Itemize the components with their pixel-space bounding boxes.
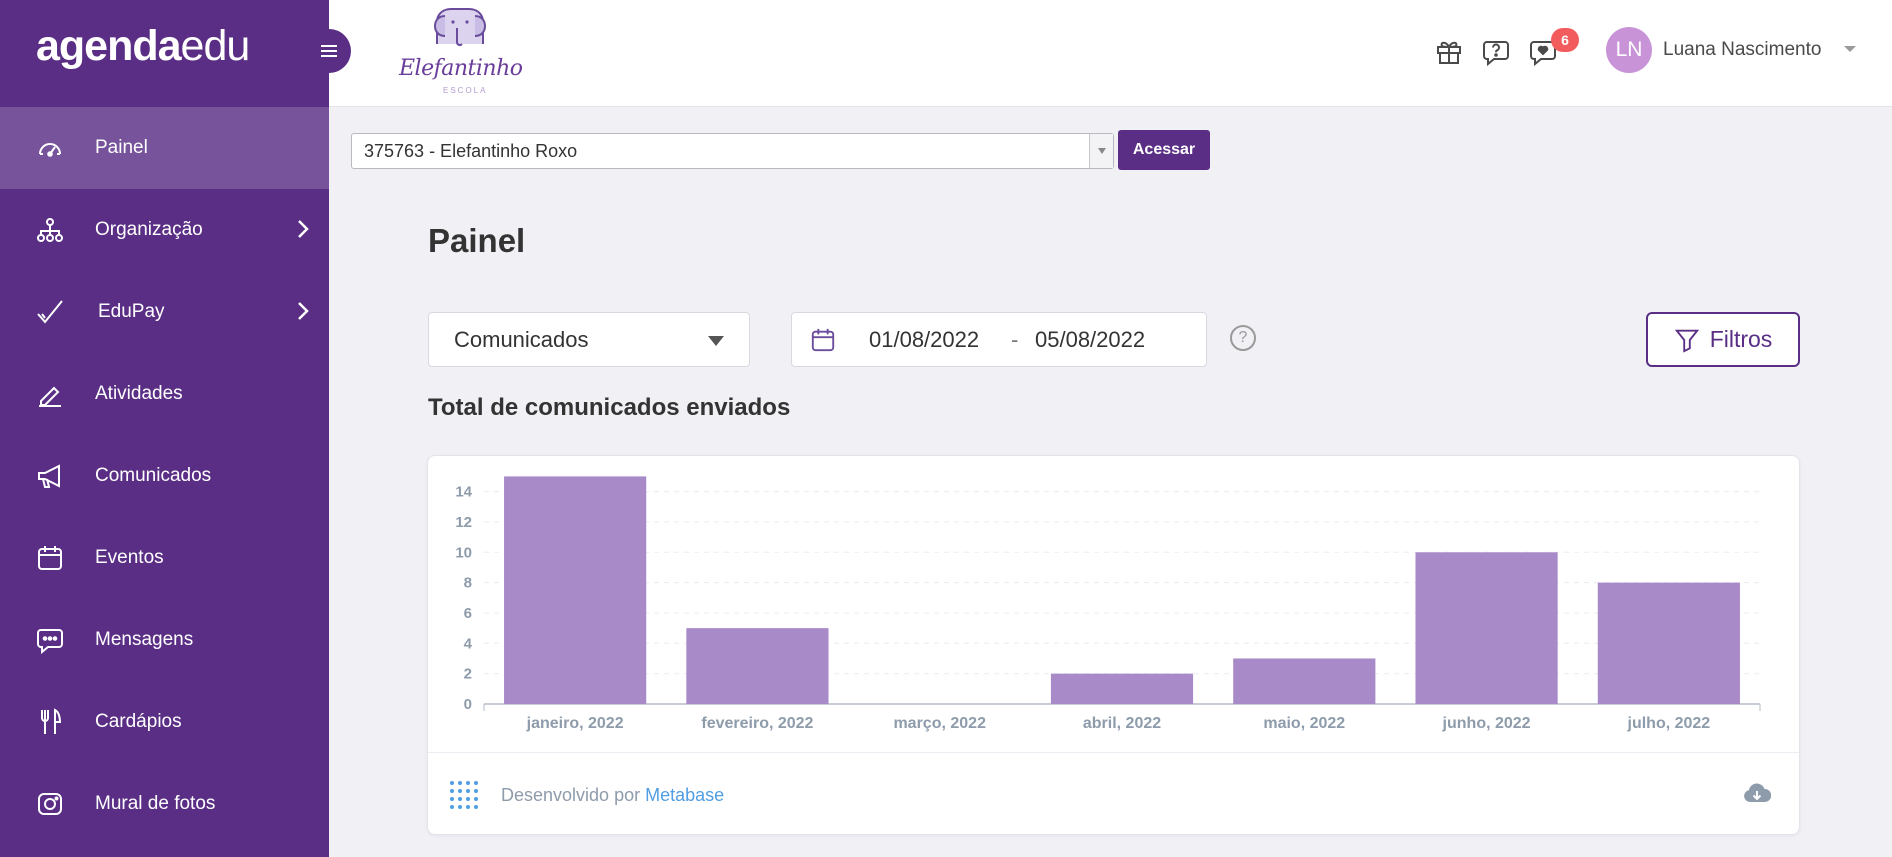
chat-icon xyxy=(36,626,64,654)
sidebar-item-label: Mensagens xyxy=(95,629,194,650)
chart-bar xyxy=(1415,552,1558,704)
chart-bar xyxy=(504,476,647,704)
caret-down-icon[interactable] xyxy=(1844,46,1856,52)
x-tick-label: maio, 2022 xyxy=(1263,715,1345,732)
section-title: Total de comunicados enviados xyxy=(428,394,791,421)
sidebar-item-mensagens[interactable]: Mensagens xyxy=(0,599,329,681)
megaphone-icon xyxy=(36,462,64,490)
help-chat-icon[interactable] xyxy=(1482,38,1510,66)
metabase-logo-icon xyxy=(450,781,478,809)
calendar-icon xyxy=(810,327,836,359)
type-dropdown-value: Comunicados xyxy=(454,327,589,352)
cloud-download-icon[interactable] xyxy=(1743,783,1772,809)
menu-toggle-button[interactable] xyxy=(307,29,351,73)
sidebar-item-mural[interactable]: Mural de fotos xyxy=(0,763,329,845)
chart-bar xyxy=(1233,658,1376,704)
bar-chart: 0 2 4 6 8 10 12 14 janeiro, 2022 fevereiro, 2022 m… xyxy=(455,476,1761,732)
sidebar-item-organizacao[interactable]: Organização xyxy=(0,189,329,271)
sidebar-item-atividades[interactable]: Atividades xyxy=(0,353,329,435)
brand-part2: edu xyxy=(180,22,251,70)
sidebar-item-cardapios[interactable]: Cardápios xyxy=(0,681,329,763)
y-tick-label: 14 xyxy=(455,484,472,501)
user-name[interactable]: Luana Nascimento xyxy=(1663,39,1821,61)
x-tick-label: fevereiro, 2022 xyxy=(701,715,813,732)
date-range-picker[interactable]: 01/08/2022 - 05/08/2022 xyxy=(791,312,1207,367)
chart-bar xyxy=(1050,673,1194,704)
x-tick-label: julho, 2022 xyxy=(1627,715,1711,732)
sidebar-nav: Painel Organização EduPay Atividades Com… xyxy=(0,107,329,845)
date-separator: - xyxy=(1011,327,1019,352)
school-select[interactable]: 375763 - Elefantinho Roxo xyxy=(351,133,1114,169)
org-chart-icon xyxy=(36,216,64,244)
sidebar-item-label: Organização xyxy=(95,219,203,240)
sidebar-item-painel[interactable]: Painel xyxy=(0,107,329,189)
sidebar-item-label: EduPay xyxy=(98,301,165,322)
school-select-value: 375763 - Elefantinho Roxo xyxy=(364,141,578,161)
sidebar: agendaedu Painel Organização EduPay Ativ… xyxy=(0,0,329,857)
date-start[interactable]: 01/08/2022 xyxy=(869,327,979,353)
pencil-icon xyxy=(36,380,64,408)
help-icon[interactable]: ? xyxy=(1230,325,1256,351)
cutlery-icon xyxy=(36,708,64,736)
sidebar-item-label: Painel xyxy=(95,137,148,158)
sidebar-item-comunicados[interactable]: Comunicados xyxy=(0,435,329,517)
top-header: Elefantinho ESCOLA 6 LN Luana Nascimento xyxy=(329,0,1892,107)
calendar-icon xyxy=(36,544,64,572)
powered-prefix: Desenvolvido por xyxy=(501,785,641,805)
sidebar-item-label: Atividades xyxy=(95,383,183,404)
school-logo-sub: ESCOLA xyxy=(443,86,488,95)
school-logo-text: Elefantinho xyxy=(399,56,523,81)
y-tick-label: 8 xyxy=(464,575,472,592)
filter-icon xyxy=(1674,329,1699,353)
x-tick-label: março, 2022 xyxy=(893,715,986,732)
chevron-right-icon xyxy=(297,219,309,243)
brand-part1: agenda xyxy=(36,22,182,70)
acessar-button[interactable]: Acessar xyxy=(1118,130,1210,170)
y-tick-label: 12 xyxy=(455,514,472,531)
powered-by-text: Desenvolvido por Metabase xyxy=(501,785,724,806)
chart-bar xyxy=(1597,582,1740,704)
sidebar-item-label: Cardápios xyxy=(95,711,182,732)
chart-bar xyxy=(686,628,829,704)
y-tick-label: 10 xyxy=(455,544,472,561)
elephant-icon xyxy=(433,8,487,47)
y-tick-label: 0 xyxy=(464,696,472,713)
caret-down-icon xyxy=(708,336,724,346)
school-logo: Elefantinho ESCOLA xyxy=(399,4,523,95)
select-arrow-icon[interactable] xyxy=(1089,134,1113,168)
x-tick-label: abril, 2022 xyxy=(1083,715,1161,732)
y-tick-label: 6 xyxy=(464,605,472,622)
card-footer: Desenvolvido por Metabase xyxy=(428,752,1799,836)
sidebar-item-eventos[interactable]: Eventos xyxy=(0,517,329,599)
hamburger-icon xyxy=(321,50,337,52)
x-tick-label: janeiro, 2022 xyxy=(526,715,624,732)
date-end[interactable]: 05/08/2022 xyxy=(1035,327,1145,353)
brand-logo[interactable]: agendaedu xyxy=(36,22,251,71)
filtros-label: Filtros xyxy=(1709,326,1773,352)
chevron-right-icon xyxy=(297,301,309,325)
page-title: Painel xyxy=(428,222,526,259)
checkmark-icon xyxy=(36,298,64,326)
x-tick-label: junho, 2022 xyxy=(1442,715,1531,732)
y-tick-label: 2 xyxy=(464,666,472,683)
sidebar-item-label: Mural de fotos xyxy=(95,793,216,814)
sidebar-item-label: Eventos xyxy=(95,547,164,568)
filtros-button[interactable]: Filtros xyxy=(1646,312,1800,367)
sidebar-item-label: Comunicados xyxy=(95,465,212,486)
camera-icon xyxy=(36,790,64,818)
notification-badge: 6 xyxy=(1551,28,1579,52)
sidebar-item-edupay[interactable]: EduPay xyxy=(0,271,329,353)
avatar[interactable]: LN xyxy=(1606,27,1652,73)
gift-icon[interactable] xyxy=(1435,38,1463,66)
speedometer-icon xyxy=(36,134,64,162)
metabase-link[interactable]: Metabase xyxy=(645,785,724,805)
y-tick-label: 4 xyxy=(464,635,473,652)
type-dropdown[interactable]: Comunicados xyxy=(428,312,750,367)
chart-card: 0 2 4 6 8 10 12 14 janeiro, 2022 fevereiro, 2022 m… xyxy=(427,455,1800,835)
